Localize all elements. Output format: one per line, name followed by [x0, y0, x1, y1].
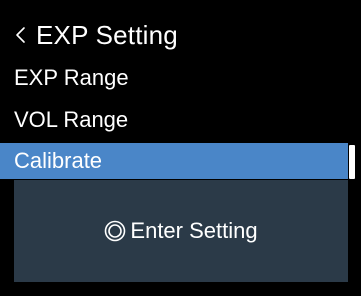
- menu-item-vol-range[interactable]: VOL Range: [0, 99, 348, 141]
- double-circle-icon: [104, 220, 126, 242]
- menu-item-label: VOL Range: [14, 107, 129, 132]
- page-title: EXP Setting: [36, 20, 178, 50]
- device-screen: EXP Setting EXP Range VOL Range Calibrat…: [0, 0, 361, 296]
- header: EXP Setting: [14, 18, 178, 52]
- menu-item-label: Calibrate: [14, 148, 103, 173]
- scrollbar-thumb[interactable]: [349, 145, 355, 179]
- menu-item-label: EXP Range: [14, 65, 129, 90]
- back-chevron-icon[interactable]: [14, 25, 28, 45]
- menu-item-exp-range[interactable]: EXP Range: [0, 57, 348, 99]
- enter-setting-label: Enter Setting: [130, 218, 258, 243]
- enter-setting-panel[interactable]: Enter Setting: [14, 180, 348, 282]
- menu-item-calibrate[interactable]: Calibrate: [0, 143, 348, 179]
- enter-setting-button[interactable]: Enter Setting: [104, 218, 258, 244]
